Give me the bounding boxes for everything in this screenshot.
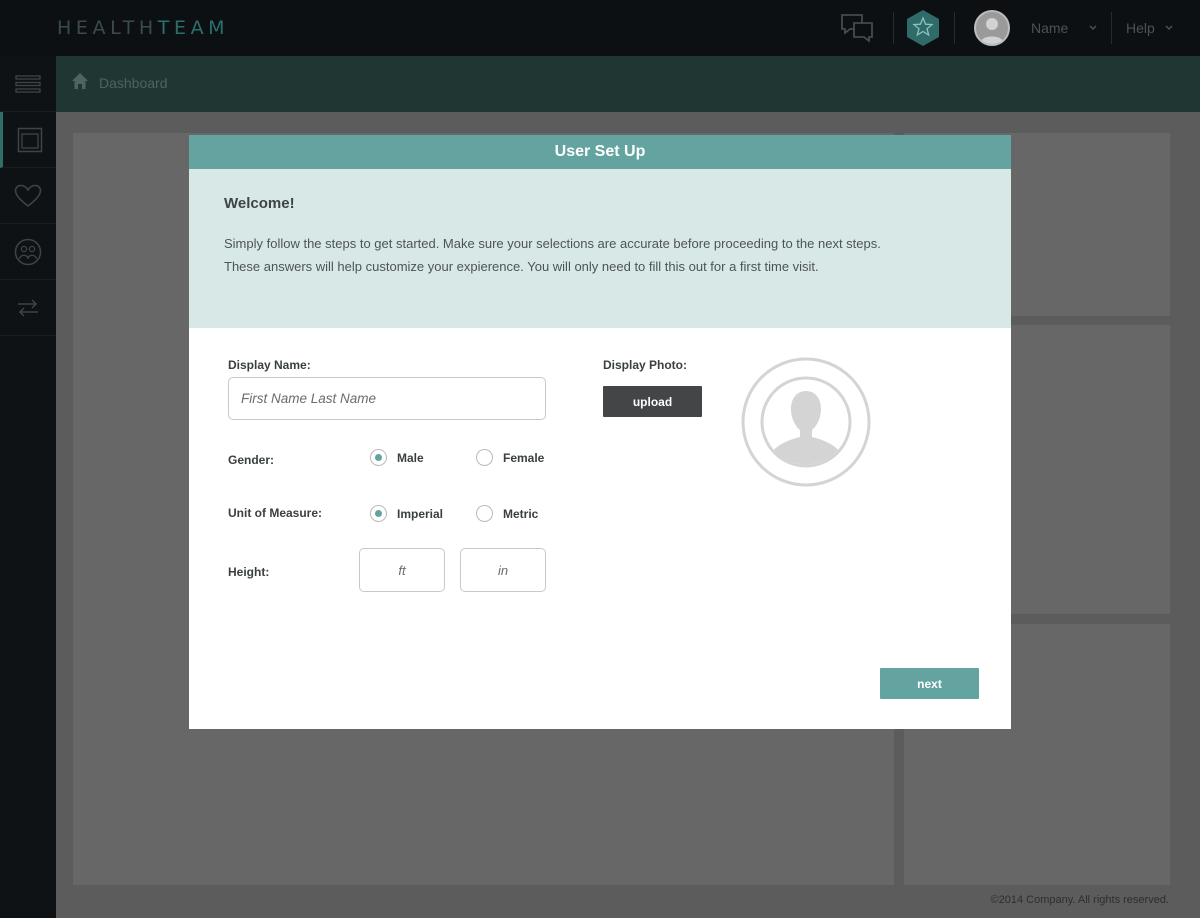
people-icon [14,238,42,265]
gender-option-label: Female [503,450,545,465]
radio-circle-selected[interactable] [370,505,387,522]
gender-label: Gender: [228,453,275,467]
unit-label: Unit of Measure: [228,506,323,520]
home-icon[interactable] [71,72,89,90]
radio-circle-selected[interactable] [370,449,387,466]
sidebar-item-menu[interactable] [0,56,56,112]
breadcrumb: Dashboard [56,56,1200,112]
gender-radio-male[interactable]: Male [370,449,424,466]
radio-circle[interactable] [476,449,493,466]
sidebar [0,56,56,918]
chevron-down-icon[interactable] [1165,24,1173,32]
menu-icon [15,74,41,93]
sidebar-item-health[interactable] [0,168,56,224]
intro-line-1: Simply follow the steps to get started. … [224,236,881,251]
chevron-down-icon[interactable] [1089,24,1097,32]
user-avatar[interactable] [974,10,1010,46]
top-bar: HEALTHTEAM Name Help [0,0,1200,56]
logo-part-team: TEAM [157,17,230,39]
heart-icon [14,184,42,207]
divider [893,12,894,44]
sync-icon [18,298,38,317]
intro-line-2: These answers will help customize your e… [224,259,819,274]
welcome-heading: Welcome! [224,195,295,212]
logo-part-health: HEALTH [57,17,158,39]
radio-circle[interactable] [476,505,493,522]
unit-option-label: Metric [503,506,539,521]
breadcrumb-dashboard[interactable]: Dashboard [99,75,168,91]
divider [1111,12,1112,44]
user-setup-modal: User Set Up Welcome! Simply follow the s… [189,135,1011,729]
chat-icon[interactable] [840,13,874,45]
display-name-label: Display Name: [228,358,311,372]
display-name-input[interactable] [228,377,546,420]
unit-radio-imperial[interactable]: Imperial [370,505,443,522]
sidebar-item-dashboard[interactable] [0,112,56,168]
height-inches-input[interactable] [460,548,546,592]
modal-intro: Welcome! Simply follow the steps to get … [189,169,1011,328]
avatar-silhouette-icon [980,18,1004,44]
sidebar-item-team[interactable] [0,224,56,280]
modal-title: User Set Up [189,135,1011,169]
unit-option-label: Imperial [397,506,444,521]
app-logo[interactable]: HEALTHTEAM [57,17,229,39]
dashboard-icon [17,127,42,152]
help-menu[interactable]: Help [1126,20,1155,36]
user-name-menu[interactable]: Name [1031,20,1068,36]
upload-button[interactable]: upload [603,386,702,417]
divider [954,12,955,44]
next-button[interactable]: next [880,668,979,699]
unit-radio-metric[interactable]: Metric [476,505,538,522]
star-badge-icon[interactable] [905,9,941,47]
display-photo-label: Display Photo: [603,358,688,372]
sidebar-item-sync[interactable] [0,280,56,336]
gender-radio-female[interactable]: Female [476,449,544,466]
footer-copyright: ©2014 Company. All rights reserved. [990,894,1170,906]
gender-option-label: Male [397,450,424,465]
height-feet-input[interactable] [359,548,445,592]
profile-photo-placeholder-icon[interactable] [741,357,871,487]
height-label: Height: [228,565,270,579]
